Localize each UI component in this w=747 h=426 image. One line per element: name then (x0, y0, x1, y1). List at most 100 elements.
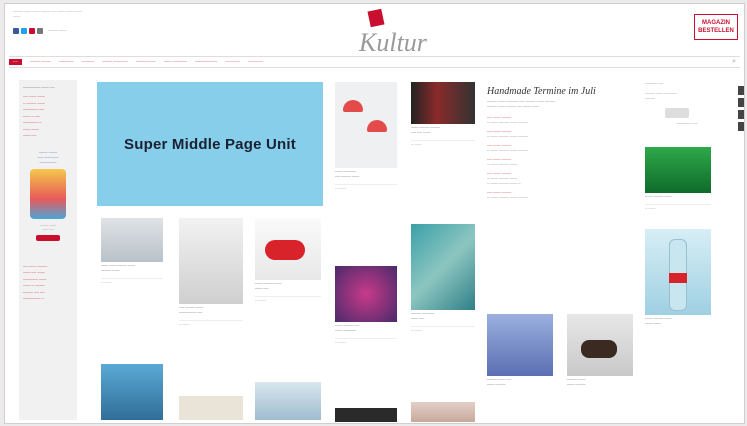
rss-icon[interactable] (37, 28, 43, 34)
promo-button[interactable] (36, 234, 60, 241)
article-image (567, 314, 633, 376)
nav-item[interactable]: ────── (248, 60, 263, 64)
share-icon[interactable] (738, 110, 744, 119)
article-meta: ─ ─── (255, 296, 321, 303)
ad-label: Super Middle Page Unit (124, 135, 296, 153)
promo-caption: ──── ─── ─── ── (40, 222, 56, 231)
article-card[interactable]: ── ──── ─── ─────── ── ─ ─── (179, 218, 243, 327)
article-image (335, 266, 397, 322)
nav-item[interactable]: ─── ────── (164, 60, 187, 64)
event-entry[interactable]: ─ ─── ──── ─── ─ ─── ──── ─── ─ (487, 177, 637, 187)
article-card[interactable]: ─── ──── ── ─── ───── ─ ─── (335, 266, 397, 345)
article-title: ──── ─── ── ─── ──── (487, 378, 512, 387)
article-card[interactable]: ─── ─────── ─── ──── ─── ─ ─── (101, 218, 163, 285)
nav-home[interactable]: ── (9, 59, 22, 65)
article-meta: ─ ─── (645, 204, 711, 211)
article-image (487, 314, 553, 376)
article-meta: ─ ─── (335, 184, 397, 191)
article-image (101, 218, 163, 262)
nav-item[interactable]: ────── (225, 60, 240, 64)
search-icon[interactable]: ⌕ (732, 58, 736, 66)
article-image (411, 82, 475, 124)
article-card[interactable]: ─── ──── ─── ─── ─── (645, 229, 711, 327)
article-title: ─── ───── ── ──── ─── (335, 170, 360, 179)
article-meta: ─ ─── (179, 320, 243, 327)
magazine-badge[interactable]: MAGAZIN BESTELLEN (694, 14, 738, 40)
share-icon[interactable] (738, 122, 744, 131)
article-card[interactable] (179, 396, 243, 420)
sidebar-promo[interactable]: ─── ─── ── ───── ────── ──── ─── ─── ── (23, 150, 73, 250)
events-panel: Handmade Termine im Juli ──── ─── ───── … (487, 86, 637, 205)
article-image (411, 224, 475, 310)
ad-unit[interactable]: Super Middle Page Unit (97, 82, 323, 206)
article-title: ─── ──── ─── (645, 195, 672, 199)
article-card[interactable]: ──── ───── ─── ── ─ ─── (411, 224, 475, 333)
nav-item[interactable]: ──── ──── (30, 60, 51, 64)
sidebar-heading: ─────── ─── ── (23, 86, 55, 90)
article-image (411, 402, 475, 422)
article-image (255, 218, 321, 280)
article-card[interactable]: ─── ───── ── ──── ─── ─ ─── (335, 82, 397, 191)
twitter-icon[interactable] (21, 28, 27, 34)
article-meta: ─ ─── (411, 326, 475, 333)
share-bar (738, 86, 744, 131)
article-title: ── ──── ─── ─────── ── (179, 306, 204, 315)
nav-item[interactable]: ──────── (136, 60, 156, 64)
events-heading: Handmade Termine im Juli (487, 86, 596, 97)
share-icon[interactable] (738, 86, 744, 95)
article-title: ─── ──── ─── ─── ─── (645, 317, 672, 326)
nav-item[interactable]: ──── ────── (102, 60, 128, 64)
article-meta: ─ ─── (335, 338, 397, 345)
article-card[interactable] (411, 402, 475, 422)
social-links: ──── ─── (13, 28, 66, 34)
right-text: ───── ── ──── ─── ───── ──── (645, 82, 677, 101)
pinterest-icon[interactable] (29, 28, 35, 34)
event-entry[interactable]: ─ ─── ──── ─── ──── (487, 149, 637, 154)
event-entry[interactable]: ─ ─── ──── ─── ──── (487, 196, 637, 201)
article-card[interactable]: ─── ──── ──── ── ── ─── ─ ─── (411, 82, 475, 147)
article-image (335, 82, 397, 168)
article-image (645, 229, 711, 315)
social-text: ──── ─── (48, 29, 67, 33)
article-title: ─── ──── ─── ─── ── (255, 282, 282, 291)
sidebar-text-bottom: ── ─── ──── ─── ── ─── ────── ─── ─── ─ ───… (23, 264, 48, 302)
sidebar-text: ── ─── ─── ─ ──── ─── ────── ── ─── ─ ── ───… (23, 95, 45, 138)
article-title: ──── ───── ─── ── (411, 312, 435, 321)
site-logo[interactable]: Kultur (345, 8, 445, 60)
left-sidebar: ─────── ─── ── ── ─── ─── ─ ──── ─── ─────… (19, 80, 77, 420)
nav-item[interactable]: ───── (82, 60, 94, 64)
logo-badge (367, 8, 385, 28)
right-column: ───── ── ──── ─── ───── ──── ────── ── ───… (645, 82, 729, 327)
event-entry[interactable]: ─ ─── ──── ─── (487, 163, 637, 168)
promo-title: ─── ─── ── ───── ────── (37, 149, 59, 165)
right-caption: ────── ── (676, 122, 698, 126)
article-title: ──── ─── ─── ──── (567, 378, 586, 387)
main-navigation: ── ──── ──── ────── ───── ──── ────── ──… (9, 56, 740, 68)
article-card[interactable] (335, 408, 397, 422)
facebook-icon[interactable] (13, 28, 19, 34)
article-image (179, 218, 243, 304)
promo-image (30, 168, 66, 219)
article-card[interactable]: ──── ─── ─── ──── (567, 314, 633, 388)
event-entry[interactable]: ─ ─── ──── ─── ──── (487, 121, 637, 126)
article-meta: ─ ─── (101, 278, 163, 285)
nav-item[interactable]: ────── (59, 60, 74, 64)
article-image (101, 364, 163, 420)
article-title: ─── ──── ──── ── ── ─── (411, 126, 441, 135)
article-title: ─── ─────── ─── ──── ─── (101, 264, 136, 273)
share-icon[interactable] (738, 98, 744, 107)
event-entry[interactable]: ─ ─── ──── ─── ──── (487, 135, 637, 140)
nav-item[interactable]: ───────── (195, 60, 217, 64)
logo-wordmark: Kultur (359, 28, 427, 57)
article-image (645, 147, 711, 193)
article-card[interactable] (255, 382, 321, 420)
article-image (179, 396, 243, 420)
article-card[interactable] (101, 364, 163, 420)
search-button[interactable] (665, 108, 689, 118)
article-card[interactable]: ──── ─── ── ─── ──── (487, 314, 553, 388)
article-card[interactable]: ─── ──── ─── ─ ─── (645, 147, 711, 211)
article-title: ─── ──── ── ─── ───── (335, 324, 360, 333)
article-card[interactable]: ─── ──── ─── ─── ── ─ ─── (255, 218, 321, 303)
article-image (335, 408, 397, 422)
header-meta-text: ──── ─── ─── ──── ── ─── ─── ─── ─── (13, 10, 82, 19)
